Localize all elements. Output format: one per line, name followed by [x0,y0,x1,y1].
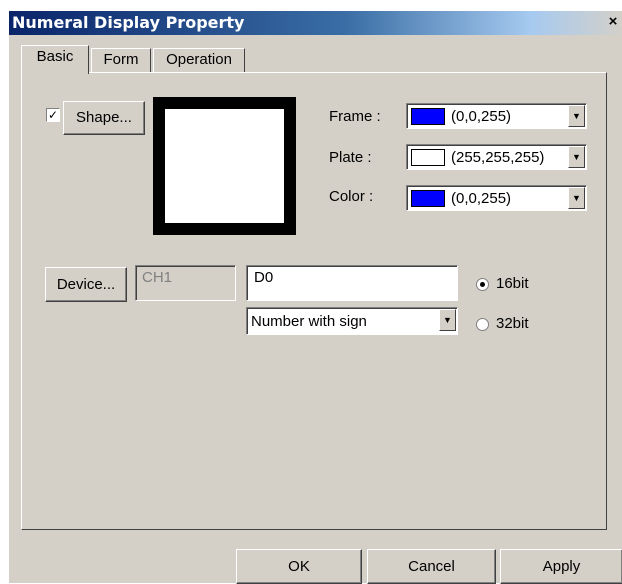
chevron-down-icon[interactable]: ▼ [568,187,585,209]
shape-preview [153,97,296,235]
number-format-select[interactable]: Number with sign ▼ [246,307,458,335]
check-icon: ✓ [47,108,59,122]
preview-plate [165,109,284,223]
chevron-down-icon[interactable]: ▼ [568,105,585,127]
channel-field: CH1 [135,265,236,301]
plate-color-select[interactable]: (255,255,255) ▼ [406,144,587,170]
cancel-button[interactable]: Cancel [367,549,496,584]
title-bar[interactable]: Numeral Display Property × [9,11,622,35]
plate-color-swatch [411,149,445,166]
text-color-value: (0,0,255) [451,190,512,207]
text-color-select[interactable]: (0,0,255) ▼ [406,185,587,211]
device-button[interactable]: Device... [45,267,127,302]
frame-label: Frame : [329,108,381,125]
text-color-swatch [411,190,445,207]
radio-32bit-label: 32bit [496,315,529,332]
number-format-value: Number with sign [251,313,367,330]
property-dialog: Numeral Display Property × Basic Form Op… [8,10,622,584]
close-icon[interactable]: × [605,14,621,30]
radio-selected-dot [480,282,485,287]
radio-16bit[interactable] [476,278,489,291]
window-title: Numeral Display Property [12,13,245,32]
radio-16bit-label: 16bit [496,275,529,292]
plate-color-value: (255,255,255) [451,149,545,166]
color-label: Color : [329,188,374,205]
device-address-input[interactable]: D0 [246,265,458,301]
chevron-down-icon[interactable]: ▼ [439,309,456,331]
shape-checkbox[interactable]: ✓ [46,108,60,122]
frame-color-select[interactable]: (0,0,255) ▼ [406,103,587,129]
plate-label: Plate : [329,149,372,166]
tab-form[interactable]: Form [91,48,151,72]
chevron-down-icon[interactable]: ▼ [568,146,585,168]
frame-color-swatch [411,108,445,125]
ok-button[interactable]: OK [236,549,362,584]
frame-color-value: (0,0,255) [451,108,512,125]
tab-operation[interactable]: Operation [153,48,245,72]
apply-button[interactable]: Apply [500,549,622,584]
radio-32bit[interactable] [476,318,489,331]
shape-button[interactable]: Shape... [63,101,145,135]
tab-basic[interactable]: Basic [21,45,89,74]
